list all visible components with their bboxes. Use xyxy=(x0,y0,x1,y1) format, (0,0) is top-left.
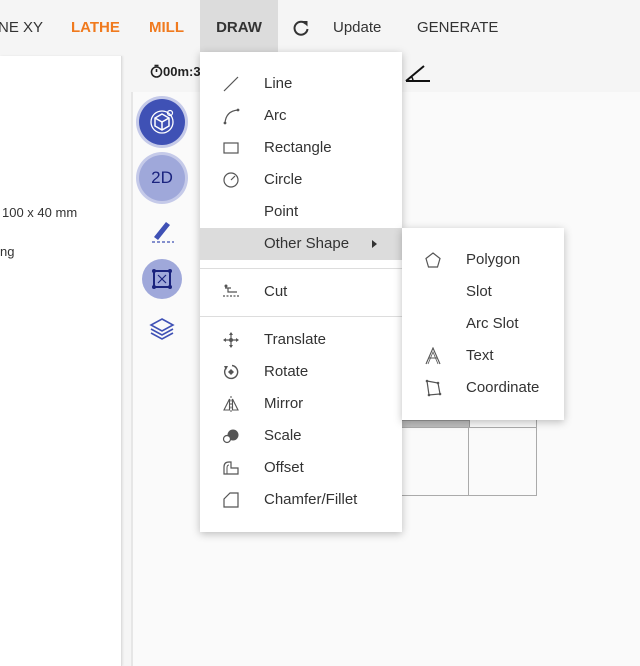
layers-icon[interactable] xyxy=(148,315,176,343)
angle-icon[interactable] xyxy=(404,62,432,84)
menu-item-point[interactable]: Point xyxy=(200,196,402,228)
other-shape-submenu: Polygon Slot Arc Slot Text Coordinate xyxy=(402,228,564,420)
menu-item-label: Rectangle xyxy=(264,139,332,156)
cube-icon xyxy=(148,108,176,136)
tab-draw[interactable]: DRAW xyxy=(200,0,278,56)
menu-item-line[interactable]: Line xyxy=(200,68,402,100)
circle-icon xyxy=(222,171,240,189)
draw-menu: Line Arc Rectangle Circle Point Other Sh… xyxy=(200,52,402,532)
menu-item-scale[interactable]: Scale xyxy=(200,420,402,452)
menu-item-label: Chamfer/Fillet xyxy=(264,491,358,508)
timer-value: 00m:3 xyxy=(163,64,201,79)
generate-button[interactable]: GENERATE xyxy=(417,0,498,56)
left-panel xyxy=(0,56,122,666)
submenu-item-label: Slot xyxy=(466,283,492,300)
menu-item-offset[interactable]: Offset xyxy=(200,452,402,484)
submenu-item-arc-slot[interactable]: Arc Slot xyxy=(402,308,564,340)
menu-item-label: Mirror xyxy=(264,395,304,412)
translate-icon xyxy=(222,331,240,349)
polygon-icon xyxy=(424,251,442,269)
menu-item-label: Translate xyxy=(264,331,326,348)
menu-item-other-shape[interactable]: Other Shape xyxy=(200,228,402,260)
submenu-item-coordinate[interactable]: Coordinate xyxy=(402,372,564,404)
frame-icon xyxy=(148,265,176,293)
rotate-icon xyxy=(222,363,240,381)
submenu-item-label: Coordinate xyxy=(466,379,540,396)
menu-item-chamfer-fillet[interactable]: Chamfer/Fillet xyxy=(200,484,402,516)
submenu-item-label: Polygon xyxy=(466,251,521,268)
2d-view-button[interactable]: 2D xyxy=(139,155,185,201)
refresh-icon[interactable] xyxy=(291,18,311,38)
submenu-item-text[interactable]: Text xyxy=(402,340,564,372)
menu-item-mirror[interactable]: Mirror xyxy=(200,388,402,420)
offset-icon xyxy=(222,459,240,477)
frame-view-button[interactable] xyxy=(142,259,182,299)
menu-divider xyxy=(200,268,402,269)
menu-item-circle[interactable]: Circle xyxy=(200,164,402,196)
caret-right-icon xyxy=(372,240,377,248)
update-button[interactable]: Update xyxy=(333,0,381,56)
chamfer-fillet-icon xyxy=(222,491,240,509)
menu-item-label: Cut xyxy=(264,283,288,300)
menu-item-rotate[interactable]: Rotate xyxy=(200,356,402,388)
menu-divider xyxy=(200,316,402,317)
menu-item-label: Circle xyxy=(264,171,303,188)
menu-item-label: Scale xyxy=(264,427,302,444)
coordinate-icon xyxy=(424,379,442,397)
tab-mill[interactable]: MILL xyxy=(149,0,184,56)
timer: 00m:3 xyxy=(150,64,201,79)
grid-cell xyxy=(400,427,470,496)
stopwatch-icon xyxy=(150,64,163,78)
arc-icon xyxy=(222,107,240,125)
rectangle-icon xyxy=(222,139,240,157)
submenu-item-label: Text xyxy=(466,347,494,364)
menu-item-rectangle[interactable]: Rectangle xyxy=(200,132,402,164)
3d-view-button[interactable] xyxy=(139,99,185,145)
submenu-item-label: Arc Slot xyxy=(466,315,519,332)
menu-item-arc[interactable]: Arc xyxy=(200,100,402,132)
cut-icon xyxy=(222,283,240,301)
menu-item-cut[interactable]: Cut xyxy=(200,276,402,308)
stock-dimensions: 100 x 40 mm xyxy=(2,205,78,220)
scale-icon xyxy=(222,427,240,445)
tab-plane[interactable]: NE XY xyxy=(0,0,43,56)
menu-item-label: Line xyxy=(264,75,293,92)
mirror-icon xyxy=(222,395,240,413)
submenu-item-slot[interactable]: Slot xyxy=(402,276,564,308)
menu-item-label: Arc xyxy=(264,107,287,124)
menu-item-label: Other Shape xyxy=(264,235,350,252)
pen-sketch-icon[interactable] xyxy=(148,216,176,244)
grid-cell xyxy=(468,427,537,496)
line-icon xyxy=(222,75,240,93)
menu-item-translate[interactable]: Translate xyxy=(200,324,402,356)
submenu-item-polygon[interactable]: Polygon xyxy=(402,244,564,276)
text-icon xyxy=(424,347,442,365)
2d-label: 2D xyxy=(151,168,173,187)
top-menu-bar: NE XY LATHE MILL DRAW Update GENERATE xyxy=(0,0,640,56)
menu-item-label: Offset xyxy=(264,459,304,476)
tab-lathe[interactable]: LATHE xyxy=(71,0,120,56)
menu-item-label: Point xyxy=(264,203,299,220)
left-panel-text: ng xyxy=(0,244,15,259)
menu-item-label: Rotate xyxy=(264,363,309,380)
